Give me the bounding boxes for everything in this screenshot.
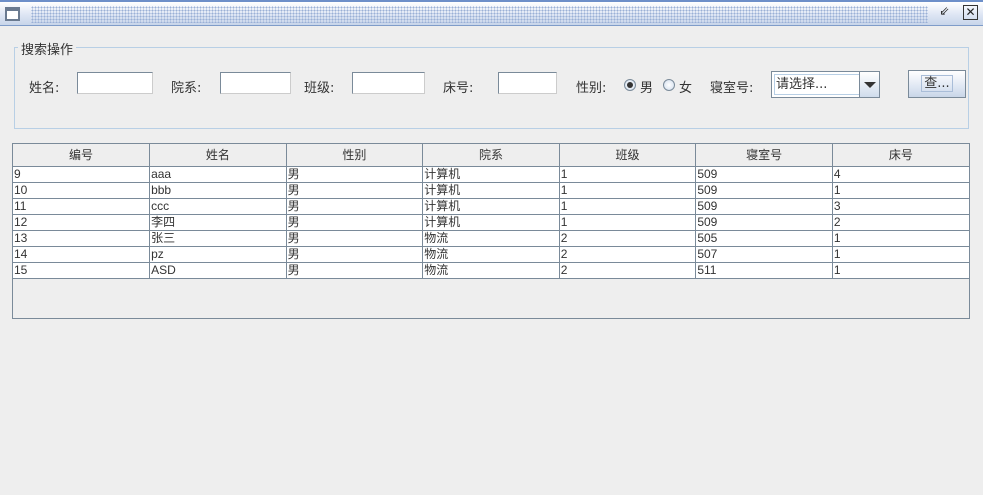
table-cell[interactable]: 9 — [13, 165, 151, 183]
table-cell[interactable]: 3 — [831, 197, 969, 215]
table-cell[interactable]: 2 — [558, 245, 697, 263]
dorm-select-value[interactable]: 请选择... — [774, 74, 860, 95]
name-input[interactable] — [77, 72, 153, 94]
table-cell[interactable]: 李四 — [149, 213, 287, 231]
column-header[interactable]: 床号 — [831, 144, 969, 167]
bed-label: 床号: — [443, 81, 474, 96]
class-label: 班级: — [304, 81, 335, 96]
table-cell[interactable]: 物流 — [422, 261, 560, 279]
table-cell[interactable]: 2 — [558, 229, 697, 247]
table-cell[interactable]: ccc — [149, 197, 287, 215]
table-cell[interactable]: 计算机 — [422, 213, 560, 231]
table-cell[interactable]: 11 — [13, 197, 151, 215]
table-cell[interactable]: 507 — [695, 245, 833, 263]
column-header[interactable]: 寝室号 — [695, 144, 833, 167]
table-cell[interactable]: 计算机 — [422, 197, 560, 215]
dept-label: 院系: — [171, 81, 202, 96]
table-cell[interactable]: 10 — [13, 181, 151, 199]
column-header[interactable]: 编号 — [13, 144, 151, 167]
gender-male-label[interactable]: 男 — [640, 77, 653, 96]
table-cell[interactable]: 505 — [695, 229, 833, 247]
table-cell[interactable]: bbb — [149, 181, 287, 199]
table-cell[interactable]: 计算机 — [422, 165, 560, 183]
table-cell[interactable]: 1 — [831, 181, 969, 199]
table-row[interactable]: 15 ASD 男物流 2 511 1 — [13, 261, 969, 279]
table-cell[interactable]: 张三 — [149, 229, 287, 247]
gender-female-radio[interactable] — [663, 79, 675, 91]
table-cell[interactable]: 15 — [13, 261, 151, 279]
table-cell[interactable]: 4 — [831, 165, 969, 183]
table-row[interactable]: 10 bbb 男计算机 1 509 1 — [13, 181, 969, 199]
table-cell[interactable]: 14 — [13, 245, 151, 263]
title-drag-area[interactable] — [31, 6, 928, 23]
table-row[interactable]: 11 ccc 男计算机 1 509 3 — [13, 197, 969, 215]
table-cell[interactable]: 1 — [831, 229, 969, 247]
class-input[interactable] — [352, 72, 425, 94]
table-cell[interactable]: 计算机 — [422, 181, 560, 199]
search-button[interactable]: 查... — [908, 70, 966, 98]
bed-input[interactable] — [498, 72, 557, 94]
close-icon[interactable]: ✕ — [963, 5, 978, 20]
table-cell[interactable]: 511 — [695, 261, 833, 279]
column-header[interactable]: 院系 — [422, 144, 560, 167]
table-cell[interactable]: 1 — [831, 245, 969, 263]
table-cell[interactable]: 2 — [831, 213, 969, 231]
table-cell[interactable]: 2 — [558, 261, 697, 279]
table-cell[interactable]: 男 — [285, 229, 424, 247]
restore-icon[interactable]: ⇙ — [937, 5, 952, 20]
table-cell[interactable]: 13 — [13, 229, 151, 247]
table-cell[interactable]: 509 — [695, 181, 833, 199]
table-cell[interactable]: 1 — [558, 165, 697, 183]
column-header[interactable]: 性别 — [285, 144, 424, 167]
student-table[interactable]: 编号 姓名 性别 院系 班级 寝室号 床号 9 aaa 男计算机 1 509 4 10 bbb 男计算机 1 5… — [12, 143, 970, 319]
table-cell[interactable]: 男 — [285, 181, 424, 199]
table-cell[interactable]: 物流 — [422, 229, 560, 247]
column-header[interactable]: 班级 — [558, 144, 697, 167]
dorm-label: 寝室号: — [710, 81, 754, 96]
table-row[interactable]: 14 pz 男物流 2 507 1 — [13, 245, 969, 263]
dorm-select[interactable]: 请选择... — [771, 71, 880, 98]
table-cell[interactable]: 1 — [558, 213, 697, 231]
gender-label: 性别: — [576, 81, 607, 96]
table-cell[interactable]: 男 — [285, 245, 424, 263]
table-cell[interactable]: 1 — [558, 181, 697, 199]
title-bar[interactable]: ⇙ ✕ — [0, 0, 983, 26]
search-group-title: 搜索操作 — [18, 39, 77, 58]
table-cell[interactable]: 男 — [285, 165, 424, 183]
table-cell[interactable]: 509 — [695, 213, 833, 231]
table-cell[interactable]: 12 — [13, 213, 151, 231]
dept-input[interactable] — [220, 72, 291, 94]
name-label: 姓名: — [29, 81, 60, 96]
table-cell[interactable]: 509 — [695, 197, 833, 215]
table-row[interactable]: 12 李四男计算机 1 509 2 — [13, 213, 969, 231]
table-cell[interactable]: 男 — [285, 261, 424, 279]
table-row[interactable]: 9 aaa 男计算机 1 509 4 — [13, 165, 969, 183]
table-cell[interactable]: 1 — [558, 197, 697, 215]
table-cell[interactable]: ASD — [149, 261, 287, 279]
table-cell[interactable]: 男 — [285, 197, 424, 215]
column-header[interactable]: 姓名 — [149, 144, 287, 167]
table-cell[interactable]: 1 — [831, 261, 969, 279]
table-cell[interactable]: 物流 — [422, 245, 560, 263]
table-cell[interactable]: aaa — [149, 165, 287, 183]
table-cell[interactable]: 509 — [695, 165, 833, 183]
chevron-down-icon[interactable] — [859, 72, 879, 97]
gender-male-radio[interactable] — [624, 79, 636, 91]
table-cell[interactable]: pz — [149, 245, 287, 263]
table-cell[interactable]: 男 — [285, 213, 424, 231]
gender-female-label[interactable]: 女 — [679, 77, 692, 96]
window-icon — [5, 7, 20, 21]
table-row[interactable]: 13 张三男物流 2 505 1 — [13, 229, 969, 247]
